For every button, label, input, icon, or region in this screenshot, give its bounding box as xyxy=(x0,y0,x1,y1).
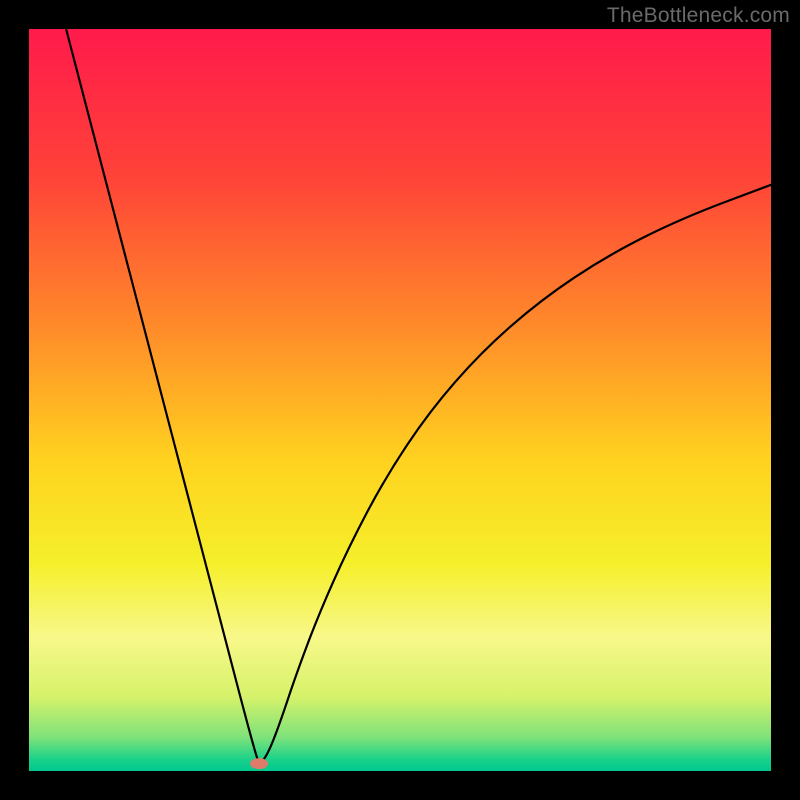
watermark-label: TheBottleneck.com xyxy=(607,4,790,28)
chart-svg xyxy=(29,29,771,771)
gradient-background xyxy=(29,29,771,771)
chart-frame: TheBottleneck.com xyxy=(0,0,800,800)
marker-dot xyxy=(250,758,268,769)
plot-area xyxy=(29,29,771,771)
